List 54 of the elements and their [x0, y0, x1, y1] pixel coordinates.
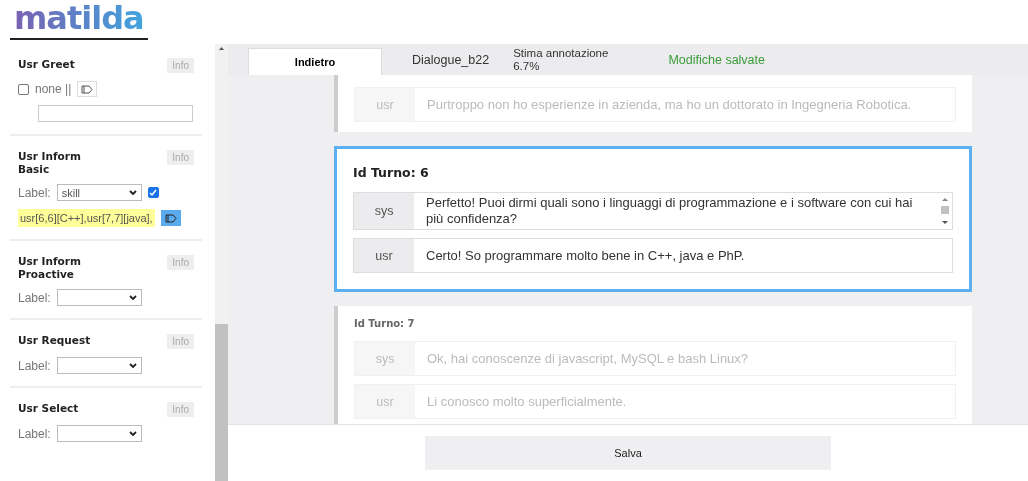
turn-card[interactable]: Id Turno: 6 sys Perfetto! Puoi dirmi quali sono i linguaggi di programmazione e i software con cui hai più confidenza? usr Certo! So programmare molto bene in C++, java e PhP. [334, 146, 972, 292]
caret-icon [128, 189, 137, 196]
label-text: Label: [18, 290, 51, 305]
speaker-label: sys [354, 193, 414, 229]
annotate-icon [164, 213, 177, 223]
text-field[interactable] [38, 105, 193, 122]
label-select[interactable] [56, 357, 142, 374]
label-select[interactable]: skill [56, 184, 142, 201]
turn-card[interactable]: Id Turno: 7 sys Ok, hai conoscenze di javascript, MySQL e bash Linux? usr Li conosco molto superficialmente. [334, 306, 972, 424]
label-text: Label: [18, 185, 51, 200]
option-label: none || [35, 82, 72, 96]
section-title: Usr Greet [18, 58, 76, 71]
dialogue-name: Dialogue_b22 [412, 52, 490, 67]
section-title: Usr Select [18, 402, 80, 415]
speaker-label: sys [355, 342, 415, 375]
section-title: Usr Inform Basic [18, 150, 82, 176]
utterance-text: Certo! So programmare molto bene in C++, java e PhP. [425, 246, 746, 265]
utterance-text: Perfetto! Puoi dirmi quali sono i linguaggi di programmazione e i software con cui hai più confidenza? [425, 194, 914, 228]
save-button[interactable]: Salva [425, 436, 831, 470]
save-status: Modifiche salvate [668, 52, 765, 67]
speaker-label: usr [355, 385, 415, 418]
caret-icon [128, 430, 137, 437]
info-button[interactable]: Info [167, 58, 194, 73]
checkbox[interactable] [18, 83, 29, 95]
estimate-value: 6.7% [513, 59, 541, 73]
label-text: Label: [18, 358, 51, 373]
info-button[interactable]: Info [167, 150, 194, 165]
back-tab[interactable]: Indietro [248, 48, 382, 75]
section-title: Usr Inform Proactive [18, 255, 82, 281]
caret-icon [128, 362, 137, 369]
info-button[interactable]: Info [167, 255, 194, 270]
annotate-button[interactable] [160, 210, 181, 226]
caret-icon [128, 294, 137, 301]
turn-card[interactable]: usr Purtroppo non ho esperienze in azienda, ma ho un dottorato in Ingegneria Robotica. [334, 75, 972, 132]
utterance-text: Purtroppo non ho esperienze in azienda, ma ho un dottorato in Ingegneria Robotica. [426, 95, 913, 114]
speaker-label: usr [354, 239, 414, 272]
info-button[interactable]: Info [167, 402, 194, 417]
label-select[interactable] [56, 289, 142, 306]
turn-title: Id Turno: 7 [354, 318, 416, 329]
label-select[interactable] [56, 425, 142, 442]
text-scrollbar[interactable] [940, 196, 950, 226]
utterance-text: Ok, hai conoscenze di javascript, MySQL e bash Linux? [426, 349, 750, 368]
scrollbar[interactable] [215, 44, 228, 481]
scrollbar-thumb[interactable] [215, 324, 228, 481]
info-button[interactable]: Info [167, 334, 194, 349]
annotate-icon [81, 84, 94, 94]
turn-title: Id Turno: 6 [353, 165, 430, 180]
utterance-text: Li conosco molto superficialmente. [426, 392, 628, 411]
checkbox[interactable] [147, 187, 159, 198]
estimate-label: Stima annotazione [513, 46, 609, 60]
speaker-label: usr [355, 88, 415, 121]
label-text: Label: [18, 426, 51, 441]
section-title: Usr Request [18, 334, 92, 347]
annotation-text: usr[6,6][C++],usr[7,7][java], [18, 209, 155, 227]
